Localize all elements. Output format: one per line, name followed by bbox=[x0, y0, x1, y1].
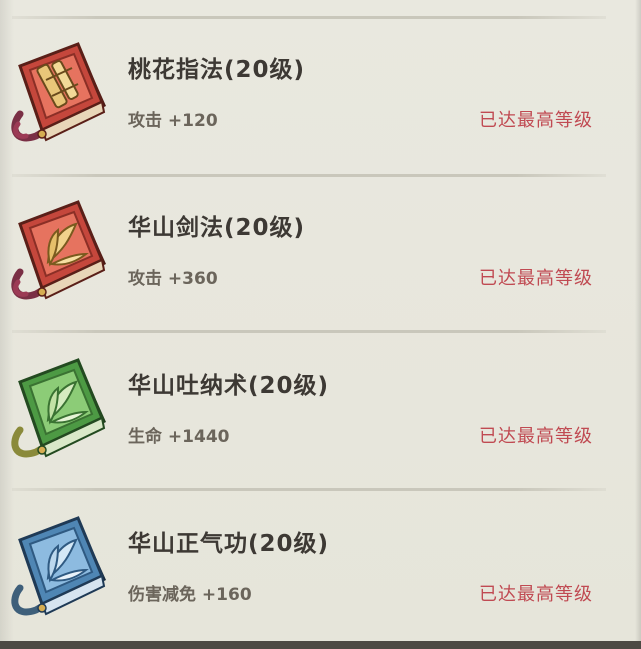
max-level-status: 已达最高等级 bbox=[479, 426, 593, 447]
peach-blossom-finger-manual-icon bbox=[6, 40, 110, 152]
max-level-status: 已达最高等级 bbox=[479, 110, 593, 131]
skill-row-peach-blossom-finger[interactable]: 桃花指法(20级) 攻击 +120 已达最高等级 bbox=[0, 18, 641, 174]
skill-stat: 伤害减免 +160 bbox=[128, 585, 252, 605]
skill-stat: 攻击 +120 bbox=[128, 111, 218, 131]
max-level-status: 已达最高等级 bbox=[479, 268, 593, 289]
skill-row-huashan-righteous-qi[interactable]: 华山正气功(20级) 伤害减免 +160 已达最高等级 bbox=[0, 492, 641, 648]
skill-row-huashan-sword[interactable]: 华山剑法(20级) 攻击 +360 已达最高等级 bbox=[0, 176, 641, 332]
skill-name: 华山剑法(20级) bbox=[128, 215, 306, 241]
huashan-breathing-manual-icon bbox=[6, 356, 110, 468]
skill-stat: 生命 +1440 bbox=[128, 427, 230, 447]
skill-stat: 攻击 +360 bbox=[128, 269, 218, 289]
skill-name: 华山正气功(20级) bbox=[128, 531, 330, 557]
huashan-righteous-qi-manual-icon bbox=[6, 514, 110, 626]
skill-row-huashan-breathing[interactable]: 华山吐纳术(20级) 生命 +1440 已达最高等级 bbox=[0, 334, 641, 490]
skill-name: 桃花指法(20级) bbox=[128, 57, 306, 83]
skill-name: 华山吐纳术(20级) bbox=[128, 373, 330, 399]
huashan-sword-manual-icon bbox=[6, 198, 110, 310]
panel-bottom-border bbox=[0, 641, 641, 649]
skill-list-panel: 桃花指法(20级) 攻击 +120 已达最高等级 华山剑法(20级) 攻击 +3… bbox=[0, 0, 641, 649]
max-level-status: 已达最高等级 bbox=[479, 584, 593, 605]
